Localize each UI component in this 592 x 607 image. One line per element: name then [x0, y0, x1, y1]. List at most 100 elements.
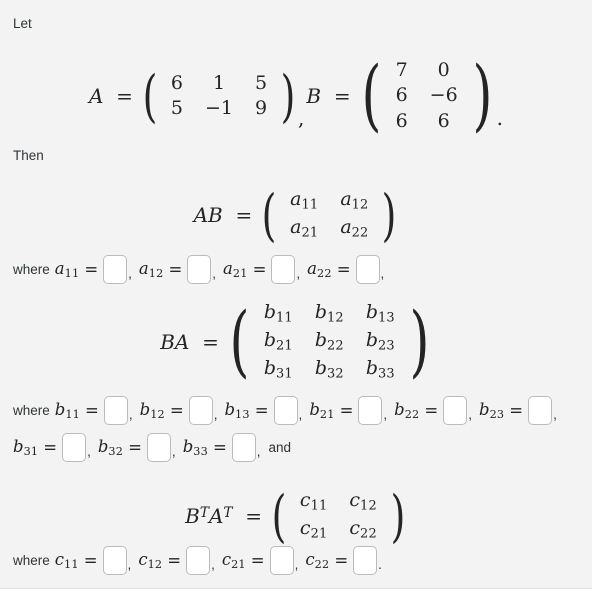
answer-item-c22: c22 =	[305, 546, 378, 575]
matrix-btat-cell-22: c22	[349, 516, 377, 542]
answer-input-b23[interactable]	[528, 396, 553, 425]
answer-label-c11: c11	[54, 550, 79, 571]
answer-comma: ,	[128, 407, 133, 422]
answer-item-b21: b21 =	[309, 396, 383, 425]
answer-input-a21[interactable]	[271, 255, 296, 284]
answer-input-b12[interactable]	[188, 396, 213, 425]
where-label-a: where	[13, 262, 50, 277]
ab-label: AB =	[193, 202, 253, 227]
equals-sign: =	[169, 401, 184, 420]
matrix-btat-cell-12: c12	[349, 489, 377, 514]
answer-input-a22[interactable]	[355, 255, 380, 284]
matrix-ab-cell-22: a22	[340, 215, 369, 241]
answer-comma: ,	[383, 407, 388, 422]
matrix-definition-equation: A = ( 6 1 5 5 −1 9 ) , B = ( 7 0 6 −6 6 6 )	[0, 50, 592, 142]
trailing-period: .	[496, 105, 503, 130]
answer-input-b11[interactable]	[103, 396, 128, 425]
ab-product-equation: AB = ( a11 a12 a21 a22 )	[0, 187, 592, 243]
answer-item-b31: b31 =	[13, 433, 87, 462]
page-bottom-strip	[0, 590, 592, 607]
paren-right-icon: )	[382, 181, 397, 248]
matrix-ba-cell-23: b23	[365, 328, 395, 354]
matrix-ba-cell-13: b13	[365, 301, 395, 326]
matrix-b-cell-21: 6	[395, 84, 408, 107]
answer-row-c: where c11 =, c12 =, c21 =, c22 =.	[13, 546, 585, 575]
equals-sign: =	[83, 551, 98, 570]
answer-label-b21: b21	[309, 400, 335, 421]
equals-sign: =	[336, 260, 351, 279]
btat-product-equation: BTAT = ( c11 c12 c21 c22 )	[0, 488, 592, 544]
answer-input-c12[interactable]	[186, 546, 211, 575]
answer-label-b13: b13	[224, 400, 250, 421]
equals-sign: =	[168, 260, 183, 279]
paren-right-icon: )	[280, 62, 296, 129]
equals-sign: =	[43, 438, 58, 457]
answer-item-b23: b23 =	[479, 396, 553, 425]
paren-right-icon: )	[409, 296, 430, 387]
answer-comma: ,	[212, 266, 217, 281]
matrix-b-cell-32: 6	[437, 109, 450, 132]
answer-item-a12: a12 =	[139, 255, 212, 284]
paren-left-icon: (	[229, 296, 250, 387]
equals-sign: =	[509, 401, 524, 420]
answer-comma: ,	[211, 557, 215, 572]
matrix-a: ( 6 1 5 5 −1 9 )	[141, 62, 297, 129]
matrix-separator: ,	[298, 105, 305, 130]
answer-item-b32: b32 =	[98, 433, 171, 462]
answer-input-a11[interactable]	[103, 255, 128, 284]
then-label: Then	[13, 148, 44, 163]
answer-item-a11: a11 =	[55, 255, 128, 284]
answer-input-b31[interactable]	[62, 433, 87, 462]
matrix-b-cell-11: 7	[395, 59, 408, 81]
matrix-ba: ( b11 b12 b13 b21 b22 b23 b31 b32 b33 )	[227, 300, 432, 383]
where-label-c: where	[13, 553, 50, 568]
ba-product-equation: BA = ( b11 b12 b13 b21 b22 b23 b31 b32 b33 )	[0, 300, 592, 383]
answer-input-b33[interactable]	[231, 433, 256, 462]
matrix-ba-cell-31: b31	[263, 356, 293, 381]
equals-sign: =	[334, 551, 349, 570]
ba-label: BA =	[160, 329, 219, 354]
answer-input-b21[interactable]	[358, 396, 383, 425]
equals-sign: =	[85, 401, 99, 420]
problem-panel: Let A = ( 6 1 5 5 −1 9 ) , B = (7 0 6 −…	[0, 0, 592, 589]
answer-label-c21: c21	[221, 550, 246, 571]
matrix-btat-cell-11: c11	[299, 489, 328, 514]
answer-input-b13[interactable]	[273, 396, 298, 425]
answer-label-a22: a22	[307, 259, 332, 280]
answer-item-c21: c21 =	[222, 546, 294, 575]
paren-right-icon: )	[472, 50, 493, 142]
answer-label-b11: b11	[54, 400, 81, 421]
equals-sign: =	[339, 401, 354, 420]
matrix-ba-cell-32: b32	[314, 356, 344, 381]
answer-input-c11[interactable]	[102, 546, 127, 575]
btat-label: BTAT =	[185, 503, 262, 528]
matrix-a-cell-22: −1	[204, 96, 233, 119]
equals-sign: =	[128, 438, 142, 457]
matrix-ba-cell-33: b33	[365, 356, 395, 381]
matrix-b-cell-22: −6	[429, 84, 458, 107]
paren-left-icon: (	[261, 181, 277, 248]
answer-row-a: where a11 =, a12 =, a21 =, a22 =,	[13, 255, 585, 284]
matrix-a-cell-11: 6	[170, 71, 183, 94]
let-label: Let	[13, 16, 32, 31]
matrix-ba-cell-11: b11	[263, 301, 293, 326]
answer-input-b32[interactable]	[146, 433, 171, 462]
answer-item-a22: a22 =	[307, 255, 380, 284]
answer-item-b13: b13 =	[224, 396, 298, 425]
paren-left-icon: (	[142, 62, 158, 129]
answer-input-c22[interactable]	[353, 546, 378, 575]
answer-item-b11: b11 =	[55, 396, 128, 425]
answer-comma: ,	[128, 266, 132, 281]
answer-item-b22: b22 =	[394, 396, 468, 425]
answer-row-b: where b11 =, b12 =, b13 =, b21 =, b22 =, b23 =, b31 =…	[13, 396, 585, 462]
where-label-b: where	[13, 403, 50, 418]
matrix-ab-cell-12: a12	[340, 188, 369, 213]
matrix-a-cell-13: 5	[255, 71, 268, 94]
answer-comma: ,	[298, 407, 303, 422]
matrix-ab-cell-11: a11	[290, 188, 319, 213]
answer-input-c21[interactable]	[269, 546, 294, 575]
paren-right-icon: )	[390, 482, 406, 549]
answer-input-b22[interactable]	[443, 396, 468, 425]
answer-input-a12[interactable]	[187, 255, 212, 284]
matrix-a-cell-12: 1	[212, 71, 226, 94]
